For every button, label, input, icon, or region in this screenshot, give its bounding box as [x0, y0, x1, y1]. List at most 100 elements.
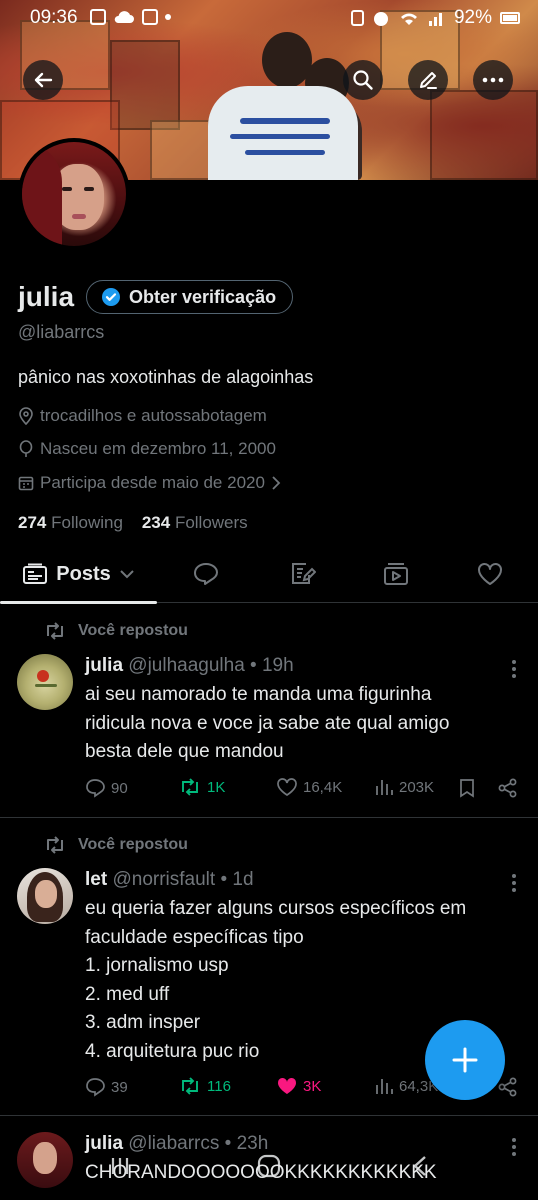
get-verified-button[interactable]: Obter verificação — [86, 280, 294, 314]
repost-icon — [182, 778, 198, 796]
views-count: 203K — [399, 778, 435, 796]
plus-icon — [452, 1047, 478, 1073]
reply-icon — [86, 779, 105, 798]
profile-location: trocadilhos e autossabotagem — [40, 406, 267, 425]
following-link[interactable]: 274 Following — [18, 513, 123, 532]
like-button[interactable]: 16,4K — [277, 778, 342, 796]
like-count: 16,4K — [303, 778, 343, 796]
tab-replies[interactable] — [178, 545, 234, 603]
check-icon — [142, 9, 158, 25]
repost-icon — [47, 622, 63, 640]
share-icon — [498, 1077, 517, 1097]
repost-label: Você repostou — [78, 622, 188, 639]
bookmark-icon — [460, 779, 474, 798]
chevron-right-icon — [272, 476, 281, 490]
post-line: faculdade específicas tipo — [85, 926, 304, 948]
edit-button[interactable] — [408, 60, 448, 100]
alarm-icon — [373, 12, 388, 26]
signal-icon — [428, 13, 442, 26]
repost-button[interactable]: 1K — [179, 778, 225, 796]
search-button[interactable] — [343, 60, 383, 100]
bookmark-button[interactable] — [459, 778, 475, 798]
balloon-icon — [19, 440, 33, 457]
followers-label: Followers — [174, 513, 248, 532]
followers-count: 234 — [141, 513, 171, 532]
tab-articles[interactable] — [275, 545, 331, 603]
joined-row[interactable]: Participa desde maio de 2020 — [18, 473, 281, 493]
share-icon — [498, 778, 517, 798]
pencil-icon — [420, 72, 437, 89]
search-icon — [353, 70, 373, 90]
more-button[interactable] — [473, 60, 513, 100]
posts-icon — [23, 563, 48, 584]
post-line: ridicula nova e voce ja sabe ate qual am… — [85, 712, 450, 734]
followers-link[interactable]: 234 Followers — [142, 513, 248, 532]
wifi-icon — [400, 13, 417, 25]
like-count: 3K — [303, 1077, 322, 1095]
get-verified-label: Obter verificação — [129, 286, 277, 307]
repost-count: 116 — [207, 1077, 231, 1095]
system-nav-bar — [0, 1140, 538, 1200]
share-button[interactable] — [498, 1077, 518, 1097]
views-button[interactable]: 203K — [375, 778, 434, 796]
post-actions: 90 1K 16,4K 203K — [85, 778, 525, 802]
views-chart-icon — [376, 780, 393, 795]
repost-indicator: Você repostou — [44, 836, 188, 854]
post-text: ai seu namorado te manda uma figurinha r… — [85, 681, 515, 767]
repost-indicator: Você repostou — [44, 622, 188, 640]
views-button[interactable]: 64,3K — [375, 1077, 438, 1095]
status-bar: 09:36 92% — [0, 0, 538, 36]
media-icon — [384, 563, 408, 585]
profile-handle: @liabarrcs — [18, 322, 105, 342]
post-avatar[interactable] — [17, 868, 73, 924]
dot-icon — [165, 14, 171, 20]
back-nav-icon[interactable] — [410, 1154, 430, 1178]
gallery-icon — [90, 9, 106, 25]
post-line: 1. jornalismo usp — [85, 955, 229, 976]
profile-name: julia — [18, 281, 75, 312]
follow-counts: 274 Following 234 Followers — [18, 513, 248, 533]
battery-percent: 92% — [453, 7, 492, 28]
profile-tabs: Posts — [0, 545, 538, 604]
heart-icon — [478, 563, 502, 585]
post-handle-time: @julhaagulha • 19h — [128, 655, 294, 676]
lock-icon — [350, 10, 364, 26]
tab-media[interactable] — [368, 545, 424, 603]
post-header: let @norrisfault • 1d — [85, 869, 254, 891]
cloud-icon — [114, 11, 134, 23]
post-author-name[interactable]: let — [85, 869, 107, 890]
chevron-down-icon — [120, 570, 134, 579]
location-row: trocadilhos e autossabotagem — [18, 406, 267, 426]
reply-button[interactable]: 39 — [85, 1077, 128, 1097]
system-icons: 92% — [350, 7, 520, 29]
post-handle-time: @norrisfault • 1d — [112, 869, 254, 890]
profile-bio: pânico nas xoxotinhas de alagoinhas — [18, 367, 314, 387]
post-more-button[interactable] — [512, 874, 516, 892]
tab-likes[interactable] — [462, 545, 518, 603]
post-header: julia @julhaagulha • 19h — [85, 655, 294, 677]
profile-joined: Participa desde maio de 2020 — [40, 473, 265, 492]
repost-button[interactable]: 116 — [179, 1077, 231, 1095]
tab-posts[interactable]: Posts — [0, 545, 157, 604]
home-icon[interactable] — [256, 1154, 282, 1178]
post-line: besta dele que mandou — [85, 741, 284, 762]
post-more-button[interactable] — [512, 660, 516, 678]
repost-label: Você repostou — [78, 836, 188, 853]
battery-icon — [500, 12, 520, 24]
post-author-name[interactable]: julia — [85, 655, 123, 676]
profile-birthday: Nasceu em dezembro 11, 2000 — [40, 439, 276, 458]
profile-avatar[interactable] — [18, 138, 130, 250]
back-button[interactable] — [23, 60, 63, 100]
reply-button[interactable]: 90 — [85, 778, 128, 798]
reply-count: 39 — [111, 1078, 128, 1096]
article-icon — [292, 563, 316, 584]
share-button[interactable] — [498, 778, 518, 798]
like-button[interactable]: 3K — [277, 1077, 321, 1095]
recent-apps-icon[interactable] — [108, 1154, 132, 1178]
repost-count: 1K — [207, 778, 226, 796]
post[interactable]: Você repostou julia @julhaagulha • 19h a… — [0, 604, 538, 818]
notification-icons — [90, 9, 171, 25]
compose-post-button[interactable] — [425, 1020, 505, 1100]
post-line: eu queria fazer alguns cursos específico… — [85, 898, 467, 919]
post-avatar[interactable] — [17, 654, 73, 710]
